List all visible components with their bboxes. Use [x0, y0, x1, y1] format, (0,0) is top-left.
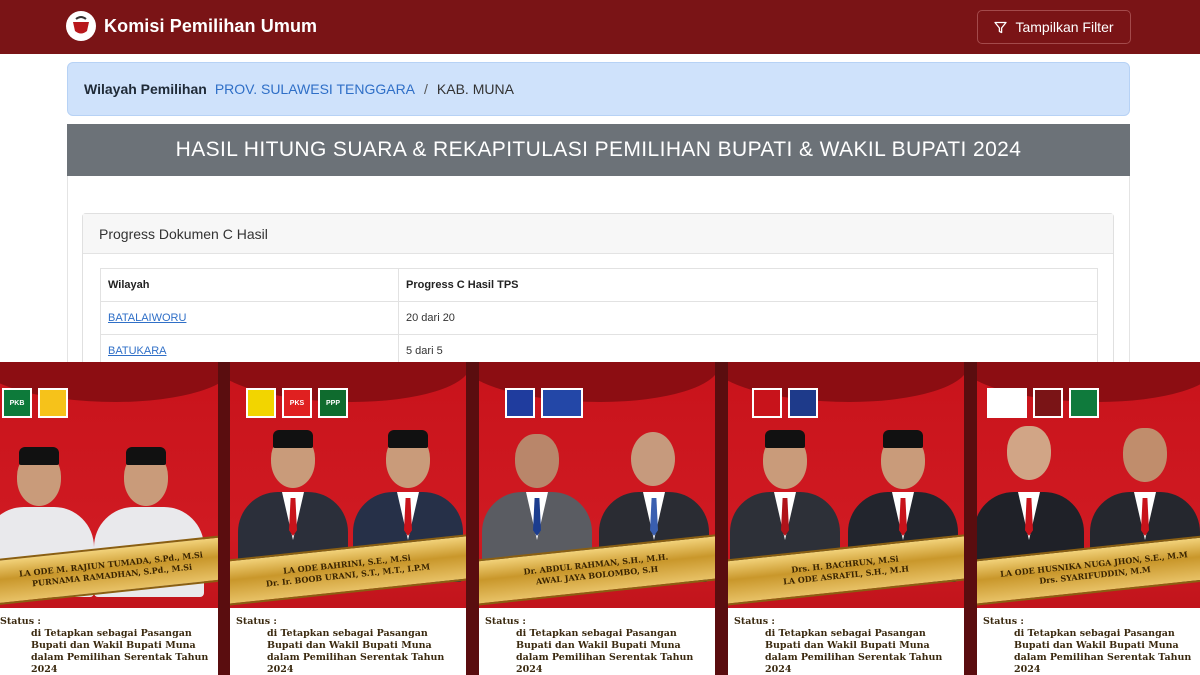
candidate-poster-3: Dr. ABDUL RAHMAN, S.H., M.H. AWAL JAYA B… — [479, 362, 715, 675]
table-cell-wilayah: BATALAIWORU — [100, 301, 399, 335]
status-note: Status : di Tetapkan sebagai Pasangan Bu… — [230, 608, 466, 675]
party-logo — [505, 388, 535, 418]
party-logo-row: PKS PPP — [246, 388, 348, 418]
column-header-wilayah: Wilayah — [100, 268, 399, 302]
party-logo-row — [505, 388, 583, 418]
top-navbar: Komisi Pemilihan Umum Tampilkan Filter — [0, 0, 1200, 54]
table-header-row: Wilayah Progress C Hasil TPS — [100, 268, 1098, 302]
breadcrumb-current: KAB. MUNA — [436, 81, 514, 97]
status-prefix: Status : — [0, 616, 41, 627]
candidate-poster-2: PKS PPP LA ODE BAHRINI, S.E., M.Si Dr. I… — [230, 362, 466, 675]
show-filter-label: Tampilkan Filter — [1015, 19, 1114, 35]
page-title-bar: HASIL HITUNG SUARA & REKAPITULASI PEMILI… — [67, 124, 1130, 176]
show-filter-button[interactable]: Tampilkan Filter — [977, 10, 1131, 44]
status-text: di Tetapkan sebagai Pasangan Bupati dan … — [1014, 628, 1192, 675]
brand[interactable]: Komisi Pemilihan Umum — [66, 11, 317, 41]
party-logo — [246, 388, 276, 418]
breadcrumb-separator: / — [424, 81, 428, 97]
brand-title: Komisi Pemilihan Umum — [104, 15, 318, 36]
party-logo: PKS — [282, 388, 312, 418]
party-logo — [752, 388, 782, 418]
party-logo — [1069, 388, 1099, 418]
wilayah-link[interactable]: BATALAIWORU — [108, 312, 186, 324]
status-note: Status : di Tetapkan sebagai Pasangan Bu… — [479, 608, 715, 675]
status-prefix: Status : — [485, 616, 526, 627]
breadcrumb-label: Wilayah Pemilihan — [84, 81, 207, 97]
status-prefix: Status : — [983, 616, 1024, 627]
party-logo — [1033, 388, 1063, 418]
candidate-poster-1: PKB LA ODE M. RAJIUN TUMADA, S.Pd., M.Si… — [0, 362, 218, 675]
party-logo-row — [752, 388, 818, 418]
breadcrumb-province-link[interactable]: PROV. SULAWESI TENGGARA — [215, 81, 415, 97]
status-text: di Tetapkan sebagai Pasangan Bupati dan … — [516, 628, 694, 675]
candidate-poster-4: Drs. H. BACHRUN, M.Si LA ODE ASRAFIL, S.… — [728, 362, 964, 675]
status-prefix: Status : — [734, 616, 775, 627]
kpu-logo-icon — [66, 11, 96, 41]
status-note: Status : di Tetapkan sebagai Pasangan Bu… — [977, 608, 1200, 675]
status-text: di Tetapkan sebagai Pasangan Bupati dan … — [31, 628, 209, 675]
party-logo — [38, 388, 68, 418]
breadcrumb: Wilayah Pemilihan PROV. SULAWESI TENGGAR… — [67, 62, 1130, 116]
status-text: di Tetapkan sebagai Pasangan Bupati dan … — [267, 628, 445, 675]
status-prefix: Status : — [236, 616, 277, 627]
candidate-poster-band: PKB LA ODE M. RAJIUN TUMADA, S.Pd., M.Si… — [0, 362, 1200, 675]
party-logo-row — [987, 388, 1099, 418]
filter-icon — [994, 21, 1008, 33]
status-text: di Tetapkan sebagai Pasangan Bupati dan … — [765, 628, 943, 675]
table-row: BATALAIWORU 20 dari 20 — [100, 301, 1098, 335]
progress-table: Wilayah Progress C Hasil TPS BATALAIWORU… — [100, 268, 1098, 368]
party-logo: PPP — [318, 388, 348, 418]
column-header-progress: Progress C Hasil TPS — [398, 268, 1098, 302]
party-logo: PKB — [2, 388, 32, 418]
wilayah-link[interactable]: BATUKARA — [108, 345, 166, 357]
party-logo — [987, 388, 1027, 418]
table-cell-progress: 20 dari 20 — [398, 301, 1098, 335]
status-note: Status : di Tetapkan sebagai Pasangan Bu… — [728, 608, 964, 675]
candidate-poster-5: LA ODE HUSNIKA NUGA JHON, S.E., M.M Drs.… — [977, 362, 1200, 675]
status-note: Status : di Tetapkan sebagai Pasangan Bu… — [0, 608, 218, 675]
party-logo — [541, 388, 583, 418]
progress-card-header: Progress Dokumen C Hasil — [83, 214, 1113, 254]
page-title: HASIL HITUNG SUARA & REKAPITULASI PEMILI… — [175, 138, 1022, 161]
party-logo-row: PKB — [2, 388, 68, 418]
progress-card-title: Progress Dokumen C Hasil — [99, 225, 268, 242]
party-logo — [788, 388, 818, 418]
